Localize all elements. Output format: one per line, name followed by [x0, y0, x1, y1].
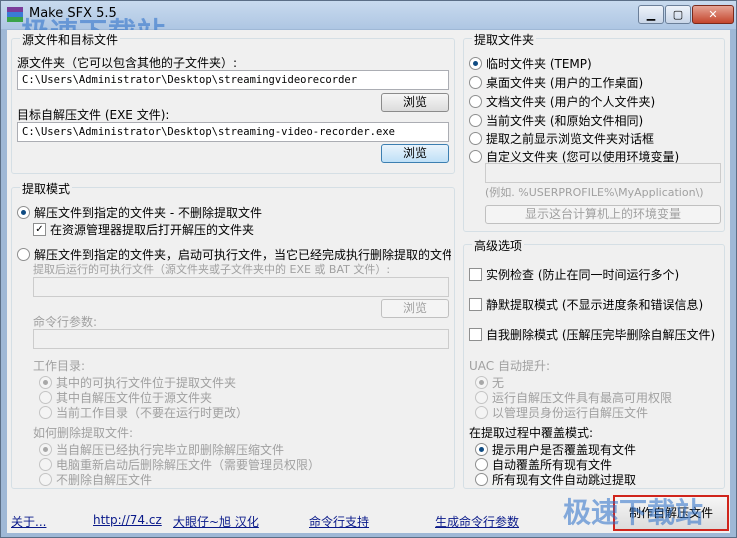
show-env-vars-button[interactable]: 显示这台计算机上的环境变量: [485, 205, 721, 224]
dialog-client-area: 源文件和目标文件 源文件夹（它可以包含其他的子文件夹）: C:\Users\Ad…: [7, 30, 730, 533]
uac-label: UAC 自动提升:: [469, 359, 551, 373]
maximize-button[interactable]: ▢: [665, 5, 691, 24]
folder-browse-dialog-radio[interactable]: 提取之前显示浏览文件夹对话框: [469, 130, 654, 147]
radio-unselected-icon: [469, 132, 482, 145]
uac-admin-label: 以管理员身份运行自解压文件: [492, 406, 649, 420]
extract-folder-legend: 提取文件夹: [472, 31, 537, 48]
close-button[interactable]: ✕: [692, 5, 734, 24]
radio-disabled-icon: [39, 473, 52, 486]
self-delete-checkbox[interactable]: 自我删除模式 (压解压完毕删除自解压文件): [469, 326, 715, 343]
exe-file-input[interactable]: [33, 277, 449, 297]
source-folder-label: 源文件夹（它可以包含其他的子文件夹）:: [17, 56, 238, 70]
folder-temp-label: 临时文件夹 (TEMP): [486, 57, 592, 71]
maximize-icon: ▢: [672, 8, 684, 21]
source-browse-button[interactable]: 浏览: [381, 93, 449, 112]
website-link[interactable]: http://74.cz: [93, 513, 162, 527]
extract-mode-keep-label: 解压文件到指定的文件夹 - 不删除提取文件: [34, 206, 262, 220]
radio-disabled-selected-icon: [39, 376, 52, 389]
checkbox-checked-icon: ✓: [33, 223, 46, 236]
folder-desktop-label: 桌面文件夹 (用户的工作桌面): [486, 76, 644, 90]
instance-check-label: 实例检查 (防止在同一时间运行多个): [486, 268, 680, 282]
folder-documents-label: 文档文件夹 (用户的个人文件夹): [486, 95, 656, 109]
source-target-legend: 源文件和目标文件: [20, 31, 121, 48]
workdir-current-label: 当前工作目录（不要在运行时更改）: [56, 406, 249, 420]
minimize-icon: ▁: [646, 8, 656, 21]
self-delete-label: 自我删除模式 (压解压完毕删除自解压文件): [486, 328, 716, 342]
radio-disabled-selected-icon: [475, 376, 488, 389]
radio-unselected-icon: [469, 95, 482, 108]
radio-unselected-icon: [17, 248, 30, 261]
radio-selected-icon: [17, 206, 30, 219]
delete-never-label: 不删除自解压文件: [56, 473, 153, 487]
cmdline-support-link[interactable]: 命令行支持: [309, 513, 369, 530]
radio-unselected-icon: [475, 458, 488, 471]
radio-unselected-icon: [469, 114, 482, 127]
radio-selected-icon: [469, 57, 482, 70]
generate-cmdline-link[interactable]: 生成命令行参数: [435, 513, 519, 530]
advanced-options-legend: 高级选项: [472, 237, 525, 254]
folder-temp-radio[interactable]: 临时文件夹 (TEMP): [469, 55, 592, 72]
target-file-label: 目标自解压文件 (EXE 文件):: [17, 108, 170, 122]
translator-credit-link[interactable]: 大眼仔~旭 汉化: [173, 513, 259, 530]
workdir-current-radio[interactable]: 当前工作目录（不要在运行时更改）: [39, 404, 248, 421]
overwrite-mode-label: 在提取过程中覆盖模式:: [469, 426, 594, 440]
workdir-label: 工作目录:: [33, 359, 86, 373]
exe-file-label: 提取后运行的可执行文件（源文件夹或子文件夹中的 EXE 或 BAT 文件）:: [33, 263, 391, 276]
open-folder-checkbox[interactable]: ✓ 在资源管理器提取后打开解压的文件夹: [33, 221, 254, 238]
checkbox-unchecked-icon: [469, 328, 482, 341]
title-bar: Make SFX 5.5 极速下载站 ▁ ▢ ✕: [1, 1, 736, 49]
radio-unselected-icon: [475, 473, 488, 486]
target-browse-button[interactable]: 浏览: [381, 144, 449, 163]
exe-browse-button[interactable]: 浏览: [381, 299, 449, 318]
silent-mode-label: 静默提取模式 (不显示进度条和错误信息): [486, 298, 704, 312]
overwrite-skip-label: 所有现有文件自动跳过提取: [492, 473, 637, 487]
checkbox-unchecked-icon: [469, 268, 482, 281]
radio-unselected-icon: [469, 150, 482, 163]
radio-disabled-icon: [475, 391, 488, 404]
folder-current-label: 当前文件夹 (和原始文件相同): [486, 114, 644, 128]
delete-never-radio[interactable]: 不删除自解压文件: [39, 471, 152, 488]
watermark: 极速下载站: [563, 496, 704, 529]
radio-unselected-icon: [469, 76, 482, 89]
folder-current-radio[interactable]: 当前文件夹 (和原始文件相同): [469, 112, 643, 129]
about-link[interactable]: 关于...: [11, 513, 46, 530]
folder-documents-radio[interactable]: 文档文件夹 (用户的个人文件夹): [469, 93, 655, 110]
app-window: Make SFX 5.5 极速下载站 ▁ ▢ ✕ 源文件和目标文件 源文件夹（它…: [0, 0, 737, 538]
uac-admin-radio[interactable]: 以管理员身份运行自解压文件: [475, 404, 648, 421]
instance-check-checkbox[interactable]: 实例检查 (防止在同一时间运行多个): [469, 266, 679, 283]
radio-disabled-icon: [475, 406, 488, 419]
silent-mode-checkbox[interactable]: 静默提取模式 (不显示进度条和错误信息): [469, 296, 703, 313]
extract-mode-legend: 提取模式: [20, 180, 73, 197]
checkbox-unchecked-icon: [469, 298, 482, 311]
folder-browse-dialog-label: 提取之前显示浏览文件夹对话框: [486, 132, 655, 146]
custom-folder-input[interactable]: [485, 163, 721, 183]
cmd-args-input[interactable]: [33, 329, 449, 349]
radio-disabled-icon: [39, 391, 52, 404]
open-folder-label: 在资源管理器提取后打开解压的文件夹: [50, 223, 255, 237]
overwrite-skip-radio[interactable]: 所有现有文件自动跳过提取: [475, 471, 636, 488]
target-file-input[interactable]: C:\Users\Administrator\Desktop\streaming…: [17, 122, 449, 142]
source-folder-input[interactable]: C:\Users\Administrator\Desktop\streaming…: [17, 70, 449, 90]
delete-mode-label: 如何删除提取文件:: [33, 426, 134, 440]
custom-folder-example: (例如. %USERPROFILE%\MyApplication\): [485, 186, 704, 199]
extract-mode-keep-radio[interactable]: 解压文件到指定的文件夹 - 不删除提取文件: [17, 204, 262, 221]
radio-selected-icon: [475, 443, 488, 456]
radio-disabled-icon: [39, 458, 52, 471]
close-icon: ✕: [708, 8, 718, 21]
folder-desktop-radio[interactable]: 桌面文件夹 (用户的工作桌面): [469, 74, 643, 91]
minimize-button[interactable]: ▁: [638, 5, 664, 24]
radio-disabled-icon: [39, 406, 52, 419]
radio-disabled-selected-icon: [39, 443, 52, 456]
cmd-args-label: 命令行参数:: [33, 315, 98, 329]
